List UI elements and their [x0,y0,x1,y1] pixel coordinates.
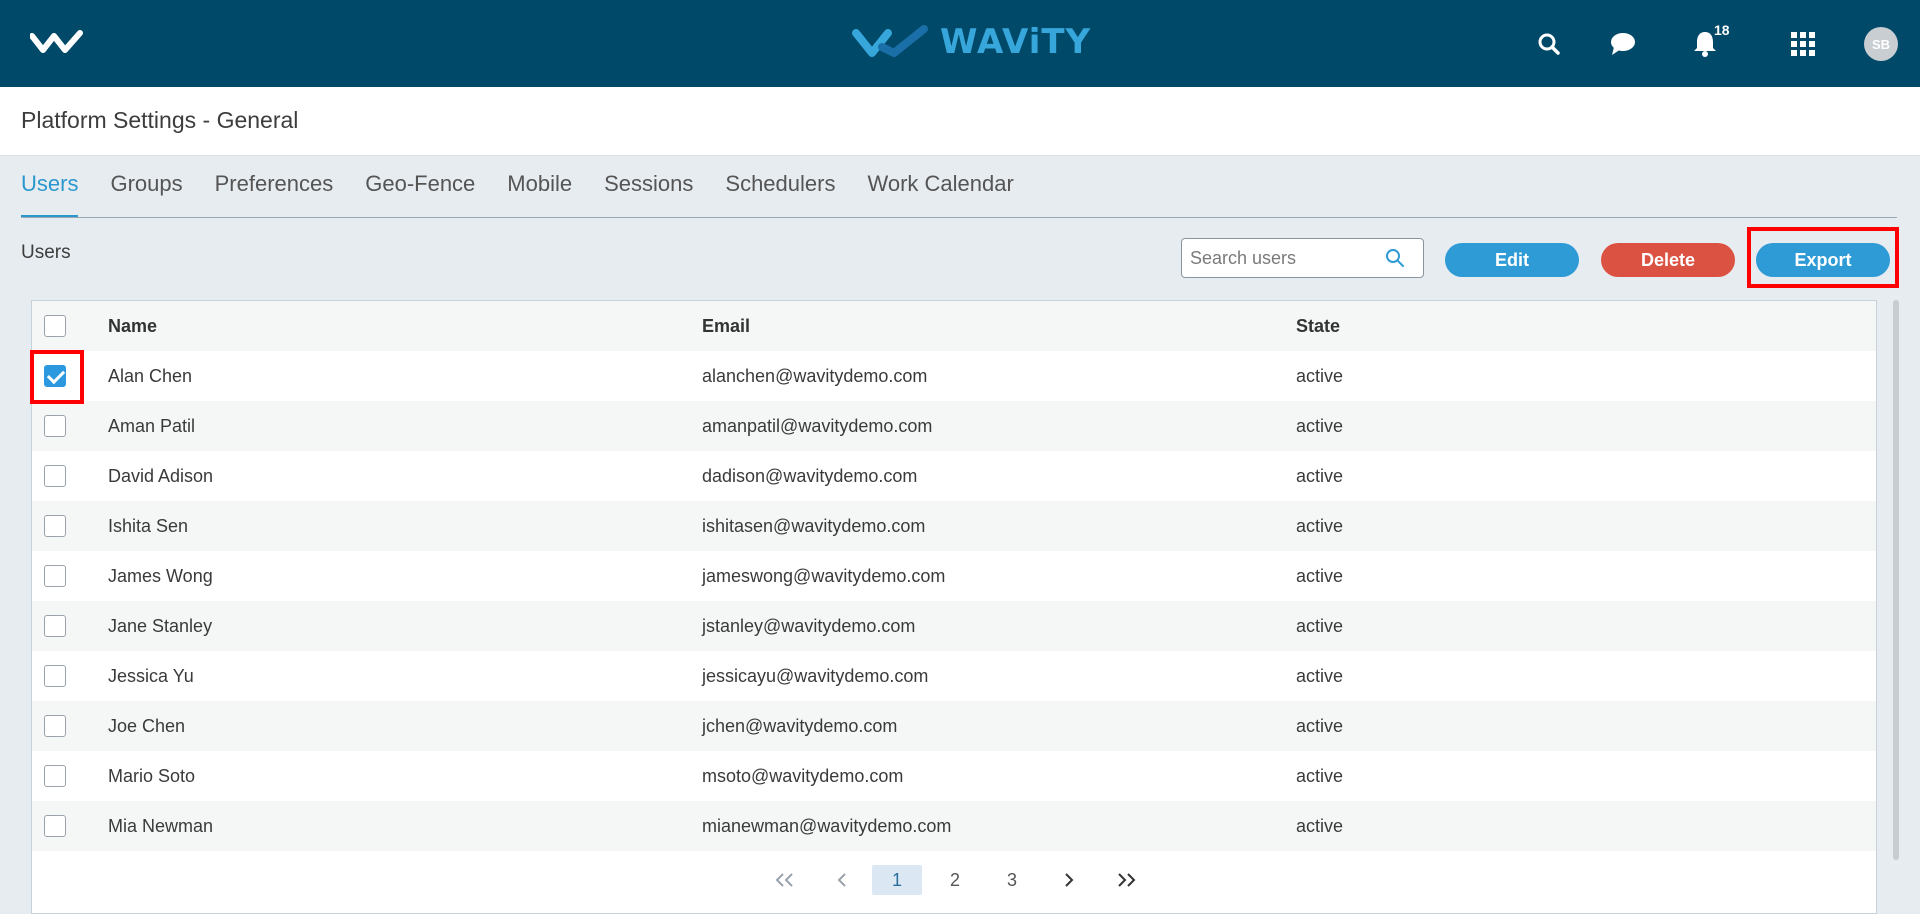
row-checkbox[interactable] [44,515,66,537]
table-header-row: Name Email State [32,301,1876,351]
user-state: active [1296,815,1344,836]
table-row[interactable]: Alan Chen alanchen@wavitydemo.com active [32,351,1876,401]
user-email: jchen@wavitydemo.com [702,715,898,736]
user-state: active [1296,615,1344,636]
tab-schedulers[interactable]: Schedulers [725,156,835,217]
brand-logo[interactable]: WAViTY [852,22,1091,62]
user-email: msoto@wavitydemo.com [702,765,904,786]
tab-work-calendar[interactable]: Work Calendar [867,156,1013,217]
row-checkbox[interactable] [44,565,66,587]
tab-users[interactable]: Users [21,156,79,217]
brand-mark-icon [852,25,928,57]
row-checkbox[interactable] [44,615,66,637]
user-name: Jane Stanley [108,615,213,636]
page-title-bar: Platform Settings - General [0,87,1920,156]
table-row[interactable]: Joe Chen jchen@wavitydemo.com active [32,701,1876,751]
previous-page-icon[interactable] [827,865,857,895]
search-icon[interactable] [1385,248,1405,273]
tab-preferences[interactable]: Preferences [215,156,334,217]
user-state: active [1296,365,1344,386]
tab-groups[interactable]: Groups [110,156,182,217]
user-name: David Adison [108,465,214,486]
row-checkbox[interactable] [44,765,66,787]
delete-button[interactable]: Delete [1601,243,1735,277]
user-email: alanchen@wavitydemo.com [702,365,928,386]
row-checkbox[interactable] [44,715,66,737]
user-state: active [1296,515,1344,536]
search-icon[interactable] [1533,28,1565,60]
user-email: mianewman@wavitydemo.com [702,815,952,836]
page-title: Platform Settings - General [21,107,299,133]
user-name: Aman Patil [108,415,196,436]
row-checkbox[interactable] [44,665,66,687]
last-page-icon[interactable] [1111,865,1141,895]
settings-tabs: Users Groups Preferences Geo-Fence Mobil… [21,156,1897,218]
column-header-email[interactable]: Email [702,316,750,337]
column-header-state[interactable]: State [1296,316,1340,337]
user-name: Alan Chen [108,365,193,386]
column-header-name[interactable]: Name [108,316,157,337]
user-email: ishitasen@wavitydemo.com [702,515,926,536]
user-email: jameswong@wavitydemo.com [702,565,946,586]
user-avatar[interactable]: SB [1864,27,1898,61]
page-3-button[interactable]: 3 [997,865,1027,895]
table-row[interactable]: Ishita Sen ishitasen@wavitydemo.com acti… [32,501,1876,551]
search-input[interactable] [1182,247,1378,269]
select-all-checkbox[interactable] [44,315,66,337]
brand-name: WAViTY [940,22,1092,62]
user-name: Ishita Sen [108,515,189,536]
user-name: Jessica Yu [108,665,194,686]
user-state: active [1296,715,1344,736]
chat-icon[interactable] [1607,28,1639,60]
user-state: active [1296,765,1344,786]
user-name: Mia Newman [108,815,214,836]
user-name: Joe Chen [108,715,186,736]
user-email: jessicayu@wavitydemo.com [702,665,929,686]
search-users-box [1181,238,1424,278]
user-name: James Wong [108,565,213,586]
user-email: jstanley@wavitydemo.com [702,615,916,636]
user-state: active [1296,465,1344,486]
user-state: active [1296,415,1344,436]
table-row[interactable]: Mario Soto msoto@wavitydemo.com active [32,751,1876,801]
vertical-scrollbar[interactable] [1893,300,1899,860]
table-row[interactable]: Jane Stanley jstanley@wavitydemo.com act… [32,601,1876,651]
user-email: amanpatil@wavitydemo.com [702,415,933,436]
export-button[interactable]: Export [1756,243,1890,277]
row-checkbox[interactable] [44,415,66,437]
tab-sessions[interactable]: Sessions [604,156,693,217]
next-page-icon[interactable] [1054,865,1084,895]
page-1-button[interactable]: 1 [872,865,922,895]
notification-count-badge: 18 [1714,22,1730,38]
table-row[interactable]: Aman Patil amanpatil@wavitydemo.com acti… [32,401,1876,451]
tab-geo-fence[interactable]: Geo-Fence [365,156,475,217]
users-table: Name Email State Alan Chen alanchen@wavi… [31,300,1877,914]
user-state: active [1296,565,1344,586]
apps-grid-icon[interactable] [1787,28,1819,60]
user-name: Mario Soto [108,765,196,786]
edit-button[interactable]: Edit [1445,243,1579,277]
tab-mobile[interactable]: Mobile [507,156,572,217]
row-checkbox[interactable] [44,365,66,387]
row-checkbox[interactable] [44,465,66,487]
table-row[interactable]: David Adison dadison@wavitydemo.com acti… [32,451,1876,501]
pagination: 1 2 3 [32,863,1876,899]
table-row[interactable]: James Wong jameswong@wavitydemo.com acti… [32,551,1876,601]
row-checkbox[interactable] [44,815,66,837]
table-row[interactable]: Mia Newman mianewman@wavitydemo.com acti… [32,801,1876,851]
page-2-button[interactable]: 2 [940,865,970,895]
top-navigation-bar: WAViTY 18 SB [0,0,1920,87]
user-email: dadison@wavitydemo.com [702,465,918,486]
table-row[interactable]: Jessica Yu jessicayu@wavitydemo.com acti… [32,651,1876,701]
first-page-icon[interactable] [770,865,800,895]
user-state: active [1296,665,1344,686]
wavity-mark-icon[interactable] [29,30,84,59]
section-heading: Users [21,242,71,263]
